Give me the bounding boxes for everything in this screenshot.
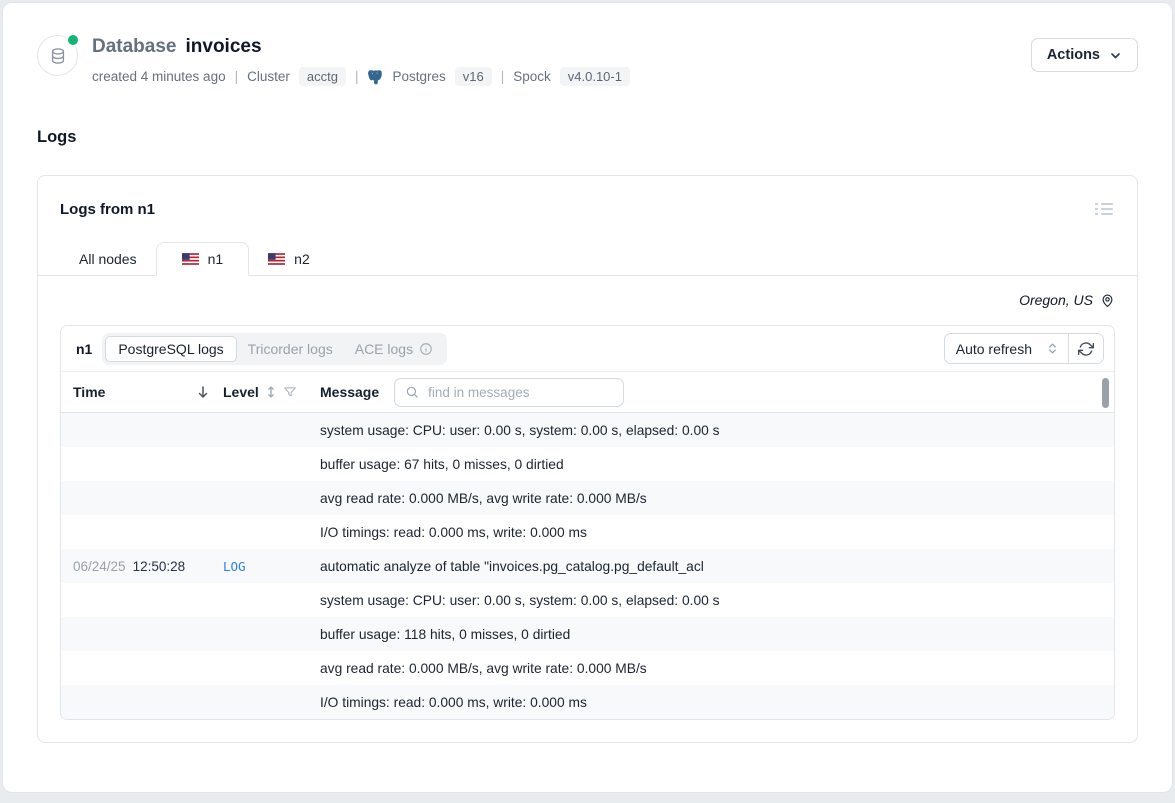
entity-type-label: Database (92, 36, 177, 58)
separator: | (355, 69, 359, 84)
region-label: Oregon, US (1019, 292, 1093, 308)
info-icon[interactable] (419, 342, 433, 356)
row-message: system usage: CPU: user: 0.00 s, system:… (320, 423, 1102, 438)
row-message: I/O timings: read: 0.000 ms, write: 0.00… (320, 525, 1102, 540)
us-flag-icon (268, 253, 285, 265)
actions-label: Actions (1047, 47, 1100, 63)
auto-refresh-label: Auto refresh (956, 341, 1032, 357)
table-header: Time Level (61, 371, 1114, 413)
row-message: system usage: CPU: user: 0.00 s, system:… (320, 593, 1102, 608)
tab-n1[interactable]: n1 (156, 242, 250, 276)
tab-ace-logs[interactable]: ACE logs (344, 336, 444, 362)
column-time-label: Time (73, 384, 105, 400)
logs-toolbar: n1 PostgreSQL logs Tricorder logs ACE lo… (61, 326, 1114, 371)
logs-card: Logs from n1 All nodes (37, 175, 1138, 743)
actions-button[interactable]: Actions (1031, 38, 1138, 72)
logs-card-body: Oregon, US n1 PostgreSQL logs (38, 292, 1137, 742)
sort-icon[interactable] (266, 385, 276, 399)
row-time: 12:50:28 (133, 559, 186, 574)
entity-name: invoices (186, 36, 262, 58)
chevron-down-icon (1109, 49, 1122, 62)
table-row: I/O timings: read: 0.000 ms, write: 0.00… (61, 515, 1114, 549)
tab-label: n1 (208, 251, 224, 267)
row-message: avg read rate: 0.000 MB/s, avg write rat… (320, 491, 1102, 506)
tab-label: Tricorder logs (248, 341, 333, 357)
tab-label: ACE logs (355, 341, 413, 357)
node-tabs: All nodes n1 (38, 242, 1137, 276)
table-row: I/O timings: read: 0.000 ms, write: 0.00… (61, 685, 1114, 719)
log-type-tabs: PostgreSQL logs Tricorder logs ACE logs (102, 333, 447, 365)
search-input[interactable] (426, 384, 613, 401)
tab-all-nodes[interactable]: All nodes (60, 243, 156, 275)
separator: | (501, 69, 505, 84)
column-message: Message (320, 378, 1102, 407)
tab-postgresql-logs[interactable]: PostgreSQL logs (105, 336, 236, 362)
refresh-controls: Auto refresh (944, 333, 1104, 364)
table-row: avg read rate: 0.000 MB/s, avg write rat… (61, 651, 1114, 685)
column-time: Time (73, 384, 223, 400)
table-row: system usage: CPU: user: 0.00 s, system:… (61, 583, 1114, 617)
postgres-label: Postgres (392, 69, 445, 84)
logs-panel: n1 PostgreSQL logs Tricorder logs ACE lo… (60, 325, 1115, 720)
logs-card-header: Logs from n1 (38, 176, 1137, 242)
database-icon (48, 46, 68, 66)
cluster-label: Cluster (247, 69, 290, 84)
row-level: LOG (223, 559, 246, 574)
region-line: Oregon, US (60, 292, 1115, 308)
logs-table: Time Level (61, 371, 1114, 719)
table-body: system usage: CPU: user: 0.00 s, system:… (61, 413, 1114, 719)
title-block: Database invoices created 4 minutes ago … (92, 35, 630, 86)
location-pin-icon (1100, 293, 1115, 308)
refresh-button[interactable] (1069, 334, 1103, 363)
meta-line: created 4 minutes ago | Cluster acctg | … (92, 67, 630, 86)
filter-funnel-icon[interactable] (283, 385, 297, 399)
row-message: automatic analyze of table "invoices.pg_… (320, 559, 1102, 574)
spock-version-badge: v4.0.10-1 (560, 67, 630, 86)
scrollbar-thumb[interactable] (1102, 378, 1109, 408)
column-level: Level (223, 384, 320, 400)
section-title: Logs (37, 128, 1172, 147)
log-list-view-icon[interactable] (1093, 200, 1115, 218)
message-search (394, 378, 624, 407)
page-title: Database invoices (92, 36, 630, 58)
row-time-cell: 06/24/25 12:50:28 (73, 559, 223, 574)
page: Database invoices created 4 minutes ago … (2, 2, 1173, 793)
tab-tricorder-logs[interactable]: Tricorder logs (237, 336, 344, 362)
row-date: 06/24/25 (73, 559, 126, 574)
logs-card-title: Logs from n1 (60, 201, 155, 218)
header-left: Database invoices created 4 minutes ago … (37, 35, 630, 86)
node-label: n1 (71, 341, 92, 357)
created-text: created 4 minutes ago (92, 69, 226, 84)
postgres-version-badge: v16 (455, 67, 492, 86)
row-message: I/O timings: read: 0.000 ms, write: 0.00… (320, 695, 1102, 710)
row-message: buffer usage: 118 hits, 0 misses, 0 dirt… (320, 627, 1102, 642)
status-online-dot (66, 33, 80, 47)
row-message: avg read rate: 0.000 MB/s, avg write rat… (320, 661, 1102, 676)
separator: | (235, 69, 239, 84)
app-header: Database invoices created 4 minutes ago … (3, 3, 1172, 86)
row-message: buffer usage: 67 hits, 0 misses, 0 dirti… (320, 457, 1102, 472)
column-message-label: Message (320, 384, 379, 400)
table-row: buffer usage: 67 hits, 0 misses, 0 dirti… (61, 447, 1114, 481)
auto-refresh-select[interactable]: Auto refresh (945, 334, 1069, 363)
spock-label: Spock (513, 69, 551, 84)
tab-label: n2 (294, 251, 310, 267)
table-row: system usage: CPU: user: 0.00 s, system:… (61, 413, 1114, 447)
database-avatar (37, 35, 78, 76)
table-row: avg read rate: 0.000 MB/s, avg write rat… (61, 481, 1114, 515)
refresh-icon (1078, 341, 1094, 357)
tab-label: All nodes (79, 251, 137, 267)
tab-label: PostgreSQL logs (118, 341, 223, 357)
row-level-cell: LOG (223, 559, 320, 574)
postgres-icon (367, 68, 385, 86)
select-chevrons-icon (1048, 342, 1057, 355)
us-flag-icon (182, 253, 199, 265)
sort-desc-icon[interactable] (197, 385, 209, 399)
table-row: buffer usage: 118 hits, 0 misses, 0 dirt… (61, 617, 1114, 651)
search-icon (405, 385, 419, 399)
tab-n2[interactable]: n2 (249, 243, 329, 275)
table-row: 06/24/25 12:50:28 LOG automatic analyze … (61, 549, 1114, 583)
column-level-label: Level (223, 384, 259, 400)
cluster-badge: acctg (299, 67, 346, 86)
